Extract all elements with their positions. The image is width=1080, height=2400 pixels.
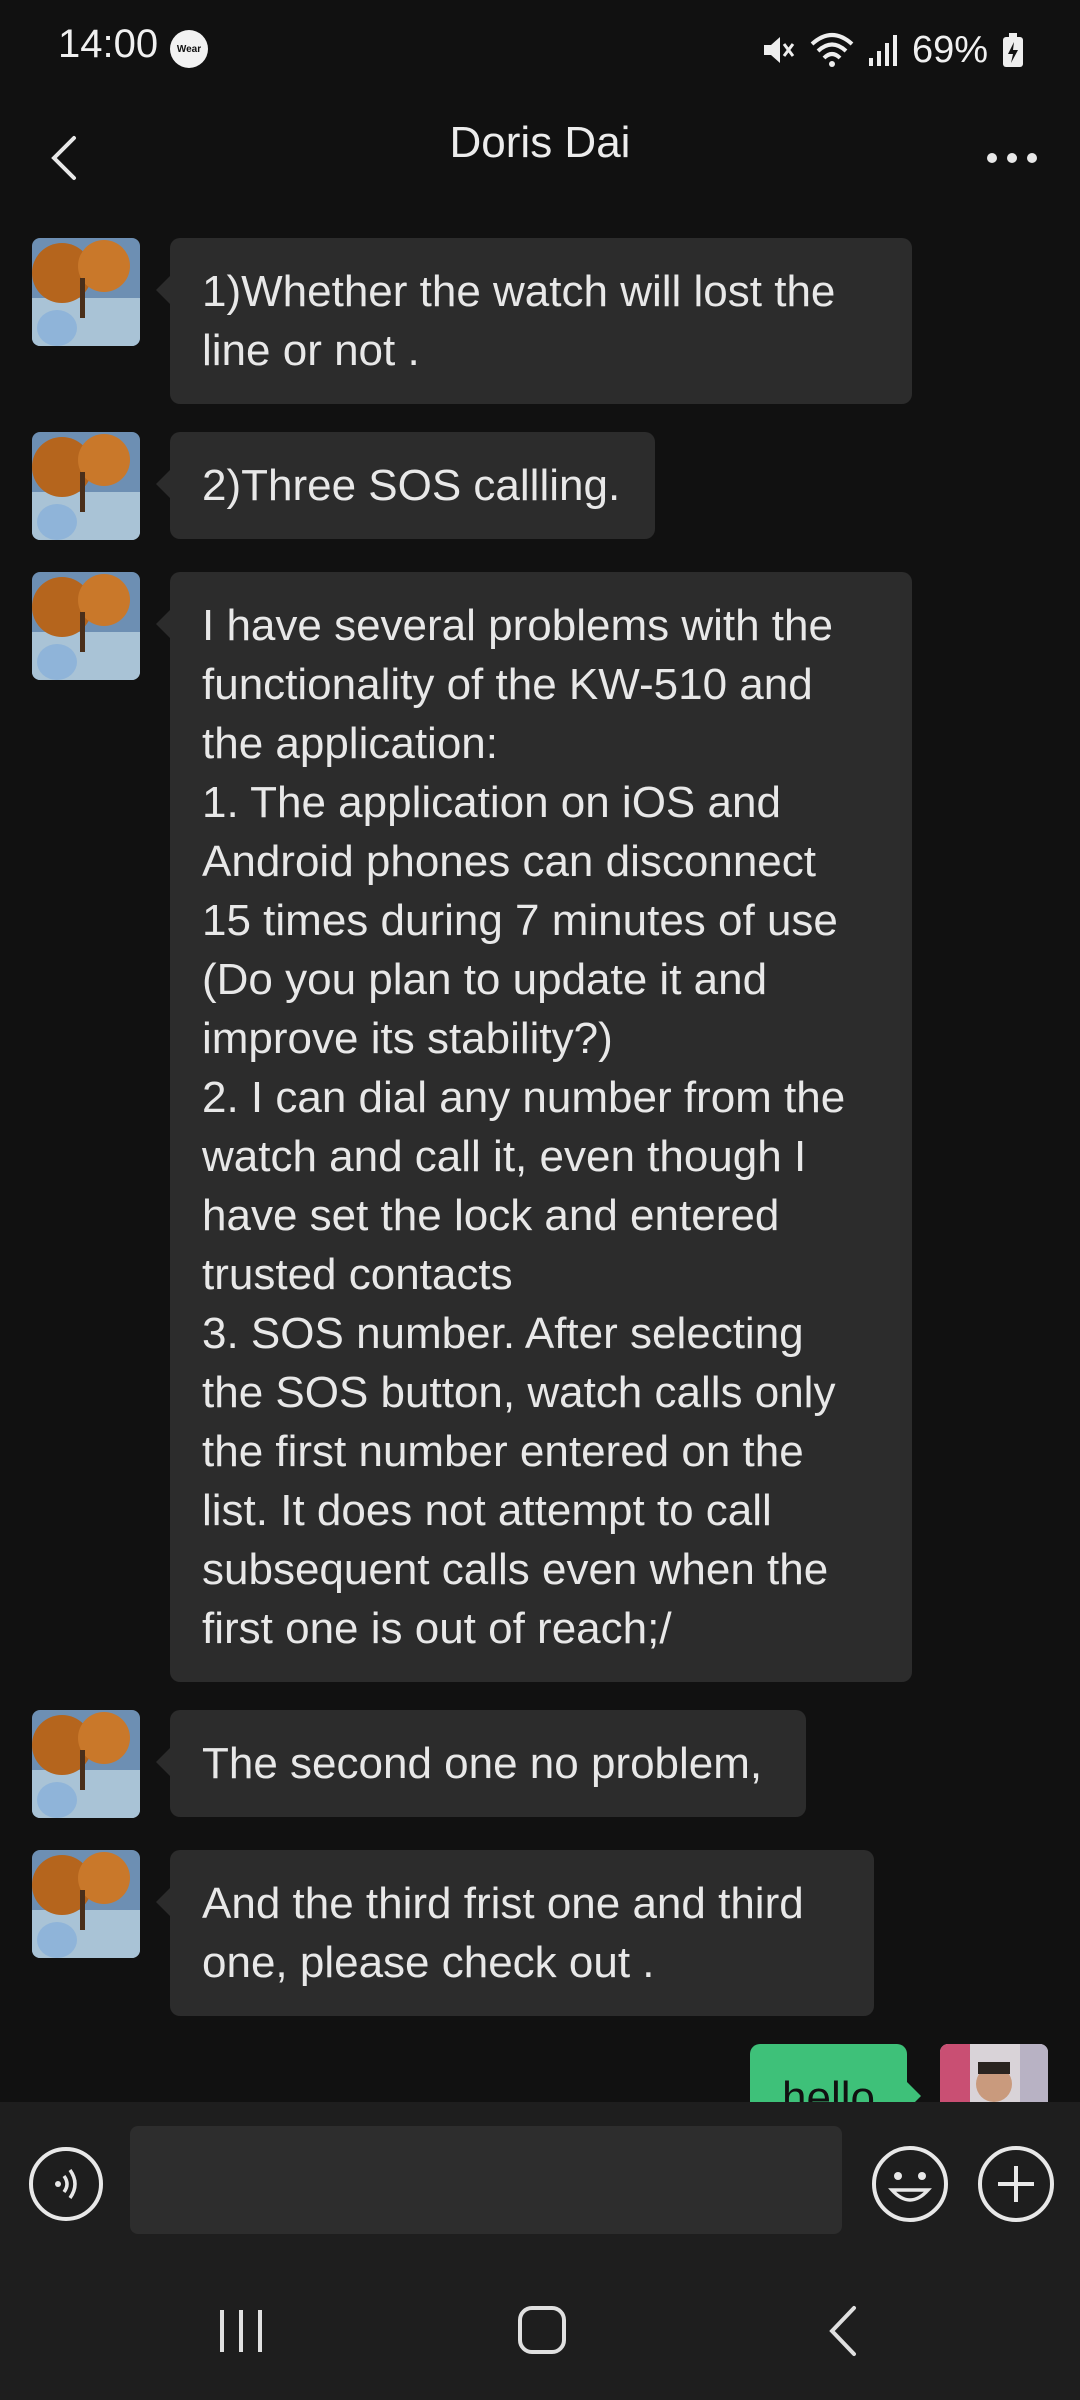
recents-icon — [200, 2296, 282, 2366]
plus-button[interactable] — [976, 2144, 1056, 2224]
message-input[interactable] — [130, 2126, 842, 2234]
signal-icon — [868, 32, 898, 68]
plus-icon — [976, 2144, 1056, 2224]
contact-avatar[interactable] — [32, 1850, 140, 1958]
chat-title: Doris Dai — [449, 118, 631, 167]
message-bubble[interactable]: 2)Three SOS callling. — [156, 432, 655, 539]
message-bubble-self[interactable]: hello — [750, 2044, 921, 2102]
home-button[interactable] — [500, 2296, 582, 2366]
back-icon — [802, 2296, 884, 2366]
wifi-icon — [810, 32, 854, 68]
recents-button[interactable] — [200, 2296, 282, 2366]
message-bubble[interactable]: 1)Whether the watch will lost the line o… — [156, 238, 912, 404]
message-bubble[interactable]: And the third frist one and third one, p… — [156, 1850, 874, 2016]
emoji-icon — [870, 2144, 950, 2224]
system-nav-bar — [0, 2266, 1080, 2400]
wear-badge-icon: Wear — [170, 30, 208, 68]
contact-avatar[interactable] — [32, 1710, 140, 1818]
status-icons: 69% — [760, 22, 1024, 78]
contact-avatar[interactable] — [32, 238, 140, 346]
battery-charging-icon — [1002, 32, 1024, 68]
voice-icon — [28, 2146, 104, 2222]
self-avatar[interactable] — [940, 2044, 1048, 2102]
more-button[interactable] — [964, 122, 1060, 194]
input-bar — [0, 2102, 1080, 2266]
contact-avatar[interactable] — [32, 432, 140, 540]
chat-header: Doris Dai — [0, 100, 1080, 220]
mute-icon — [760, 32, 796, 68]
status-bar: 14:00 Wear 69% — [0, 0, 1080, 100]
battery-percent: 69% — [911, 28, 988, 71]
system-back-button[interactable] — [802, 2296, 884, 2366]
voice-button[interactable] — [28, 2146, 104, 2222]
contact-avatar[interactable] — [32, 572, 140, 680]
home-icon — [500, 2296, 582, 2366]
emoji-button[interactable] — [870, 2144, 950, 2224]
message-bubble[interactable]: I have several problems with the functio… — [156, 572, 912, 1682]
more-dots-icon — [964, 122, 1060, 194]
status-time: 14:00 — [58, 22, 159, 66]
message-bubble[interactable]: The second one no problem, — [156, 1710, 806, 1817]
message-list[interactable]: 1)Whether the watch will lost the line o… — [0, 220, 1080, 2102]
